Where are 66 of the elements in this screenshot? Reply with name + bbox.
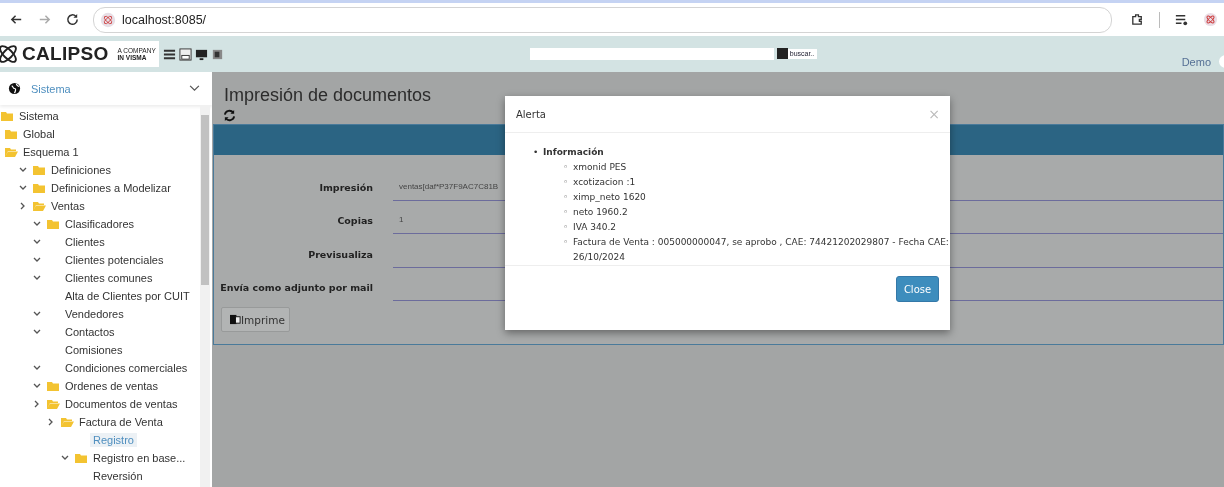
field-label: Envía como adjunto por mail (219, 282, 373, 295)
tree-item[interactable]: Factura de Venta (76, 415, 166, 429)
list-item: neto 1960.2 (573, 206, 629, 219)
address-bar[interactable]: localhost:8085/ (93, 6, 1112, 33)
printer-icon (230, 314, 241, 325)
profile-icon[interactable] (1203, 12, 1218, 27)
dialog-title: Alerta (516, 108, 546, 120)
module-name: Sistema (31, 82, 72, 95)
tree-item[interactable]: Documentos de ventas (62, 397, 181, 411)
list-bullet: ◦ (563, 236, 570, 249)
list-item: ximp_neto 1620 (573, 191, 647, 204)
close-button[interactable]: Close (896, 276, 939, 302)
field-label: Previsualiza (307, 248, 373, 262)
tree-item[interactable]: Ventas (48, 199, 88, 213)
tree-item[interactable]: Clientes comunes (62, 271, 156, 285)
tree-item[interactable]: Comisiones (62, 343, 126, 357)
list-bullet: • (533, 146, 540, 159)
tree-item[interactable]: Definiciones a Modelizar (48, 181, 174, 195)
tree-item[interactable]: Clientes potenciales (62, 253, 167, 267)
tree-item[interactable]: Ordenes de ventas (62, 379, 161, 393)
search-field[interactable] (529, 47, 774, 60)
list-bullet: ◦ (563, 161, 570, 174)
chevron-down-icon (189, 85, 200, 92)
save-icon[interactable] (178, 47, 192, 61)
tree-item[interactable]: Alta de Clientes por CUIT (62, 289, 193, 303)
tree-item[interactable]: Contactos (62, 325, 118, 339)
field-label: Impresión (318, 181, 373, 195)
refresh-icon[interactable] (223, 109, 236, 122)
tree-item[interactable]: Esquema 1 (20, 145, 82, 159)
tree-item[interactable]: Clasificadores (62, 217, 138, 231)
checkbox[interactable] (776, 48, 788, 59)
monitor-icon[interactable] (194, 47, 208, 61)
field-value: 1 (399, 215, 404, 224)
list-bullet: ◦ (563, 176, 570, 189)
module-selector[interactable]: Sistema (0, 72, 212, 105)
tree-item[interactable]: Vendedores (62, 307, 127, 321)
atom-icon (0, 42, 20, 66)
page-title: Impresión de documentos (223, 84, 433, 105)
list-bullet: ◦ (563, 206, 570, 219)
field-label: Copias (336, 215, 373, 228)
list-item: xcotizacion :1 (573, 176, 637, 189)
list-bullet: ◦ (563, 191, 570, 204)
tree-item[interactable]: Reversión (90, 469, 146, 483)
globe-icon (8, 82, 21, 95)
site-icon (100, 11, 116, 28)
list-item: IVA 340.2 (573, 221, 618, 234)
tree-item[interactable]: Condiciones comerciales (62, 361, 191, 375)
brand-name: CALIPSO (22, 43, 109, 65)
tree-item[interactable]: Global (20, 127, 58, 141)
list-item: xmonid PES (573, 161, 628, 174)
tree-item[interactable]: Clientes (62, 235, 108, 249)
tree-item[interactable]: Sistema (16, 109, 62, 123)
menu-icon[interactable] (162, 47, 176, 61)
field-value: ventas[daf*P37F9AC7C81B (399, 181, 499, 191)
scrollbar[interactable] (200, 105, 210, 487)
media-queue-icon[interactable] (1174, 12, 1189, 27)
list-bullet: ◦ (563, 221, 570, 234)
user-name[interactable]: Demo (1181, 56, 1211, 68)
print-button[interactable]: Imprime (221, 307, 290, 332)
tree-item[interactable]: Registro en base... (90, 451, 189, 465)
tree-item[interactable]: Definiciones (48, 163, 114, 177)
list-item: Factura de Venta : 005000000047, se aprobo , CAE: 74421202029807 - Fecha CAE: 26/10/2024 (573, 236, 950, 264)
url-text: localhost:8085/ (122, 12, 207, 27)
list-heading: Información (543, 146, 605, 159)
reload-icon[interactable] (65, 12, 80, 27)
extensions-icon[interactable] (1130, 12, 1145, 27)
